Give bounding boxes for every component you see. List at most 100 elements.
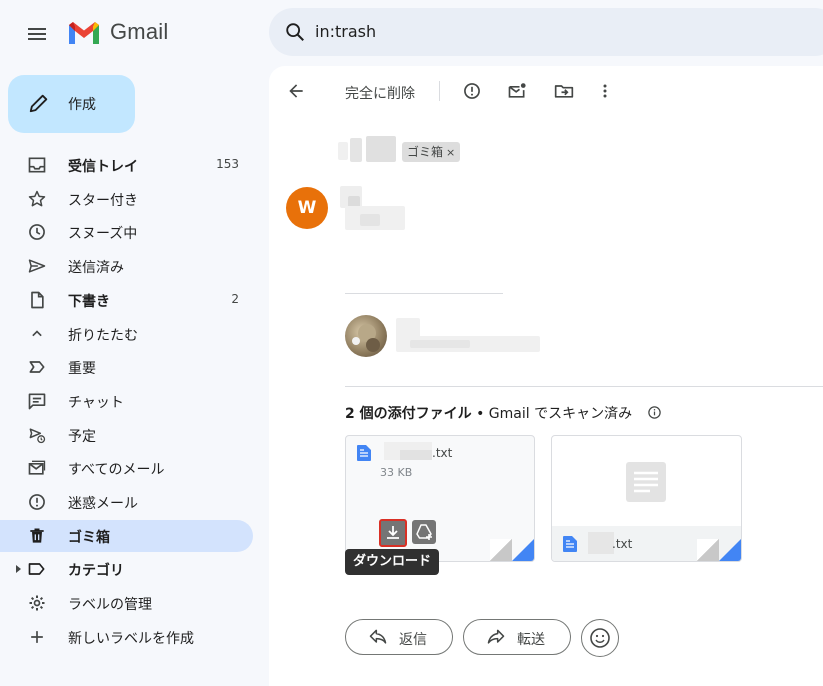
emoji-reaction-button[interactable] <box>581 619 619 657</box>
subject-redacted <box>338 142 348 160</box>
sidebar-item-label: 重要 <box>68 361 96 378</box>
trash-label-chip: ゴミ箱 × <box>402 142 461 162</box>
sidebar-item-label: 下書き <box>68 293 110 310</box>
sidebar-item-14[interactable]: 新しいラベルを作成 <box>0 621 253 653</box>
back-arrow-icon[interactable] <box>286 81 306 101</box>
sidebar-item-13[interactable]: ラベルの管理 <box>0 587 253 619</box>
attachments-divider <box>345 386 823 387</box>
remove-label-button[interactable]: × <box>446 146 455 159</box>
gmail-logo-icon[interactable] <box>67 20 101 46</box>
search-input[interactable]: in:trash <box>315 22 376 41</box>
sidebar-item-10[interactable]: 迷惑メール <box>0 486 253 518</box>
search-icon[interactable] <box>284 21 306 43</box>
sidebar-item-1[interactable]: スター付き <box>0 183 253 215</box>
sender-photo-avatar[interactable] <box>345 315 387 357</box>
sidebar-item-11[interactable]: ゴミ箱 <box>0 519 253 552</box>
more-vert-icon[interactable] <box>595 81 615 101</box>
delete-forever-button[interactable]: 完全に削除 <box>345 83 415 103</box>
attachment-1-size: 33 KB <box>380 466 413 479</box>
sidebar-item-label: 予定 <box>68 428 96 445</box>
message-divider <box>345 293 503 294</box>
subject-redacted <box>366 136 396 162</box>
mark-unread-icon[interactable] <box>507 81 527 101</box>
sidebar-item-label: チャット <box>68 394 124 411</box>
attachments-scan-status: • Gmail でスキャン済み <box>471 406 633 422</box>
clock-icon <box>27 222 47 242</box>
compose-label: 作成 <box>68 97 96 113</box>
page-fold-corner <box>512 539 534 561</box>
attachment-card-1[interactable]: .txt 33 KB <box>345 435 535 562</box>
scheduled-icon <box>27 425 47 445</box>
attachment-1-ext: .txt <box>432 446 453 460</box>
inbox-icon <box>27 155 47 175</box>
report-spam-icon[interactable] <box>462 81 482 101</box>
page-fold <box>490 539 512 561</box>
add-to-drive-button[interactable] <box>412 520 436 544</box>
sidebar-item-9[interactable]: すべてのメール <box>0 452 253 484</box>
sidebar-item-6[interactable]: 重要 <box>0 351 253 383</box>
sidebar-item-label: 迷惑メール <box>68 496 138 512</box>
spam-icon <box>27 492 47 512</box>
sidebar-item-7[interactable]: チャット <box>0 385 253 417</box>
info-icon[interactable] <box>647 405 662 420</box>
sidebar-item-label: ゴミ箱 <box>68 529 110 546</box>
download-button[interactable] <box>379 519 407 547</box>
sidebar-item-label: スヌーズ中 <box>68 226 138 243</box>
send-icon <box>27 256 47 276</box>
attachment-card-2[interactable]: .txt <box>551 435 742 562</box>
reply-button[interactable]: 返信 <box>345 619 453 655</box>
sidebar-item-3[interactable]: 送信済み <box>0 250 253 282</box>
gmail-wordmark[interactable]: Gmail <box>110 19 168 45</box>
forward-button[interactable]: 転送 <box>463 619 571 655</box>
reply-icon <box>368 627 388 647</box>
attachments-count: 2 個の添付ファイル <box>345 406 472 422</box>
sidebar-item-label: 受信トレイ <box>68 159 138 175</box>
label-chip-text: ゴミ箱 <box>407 145 444 159</box>
forward-label: 転送 <box>517 632 545 648</box>
sidebar-item-label: スター付き <box>68 192 138 209</box>
sender-name-redacted <box>396 318 420 338</box>
sidebar-item-label: 新しいラベルを作成 <box>68 630 194 647</box>
attachment-name-redacted <box>400 450 432 460</box>
sidebar-item-label: 折りたたむ <box>68 327 138 344</box>
sidebar-item-label: カテゴリ <box>68 563 124 580</box>
star-icon <box>27 189 47 209</box>
gear-icon <box>27 593 47 613</box>
trash-icon <box>27 526 47 546</box>
all-mail-icon <box>27 458 47 478</box>
attachment-2-ext: .txt <box>612 537 633 551</box>
sender-avatar[interactable]: W <box>286 187 328 229</box>
expand-caret-icon[interactable] <box>16 565 21 574</box>
text-file-preview-icon <box>624 460 668 504</box>
sidebar-item-5[interactable]: 折りたたむ <box>0 318 253 350</box>
sidebar-item-label: ラベルの管理 <box>68 597 152 614</box>
subject-redacted <box>350 138 362 162</box>
document-icon <box>563 536 577 552</box>
sidebar-item-label: すべてのメール <box>68 462 165 479</box>
toolbar-divider <box>439 81 440 101</box>
document-icon <box>357 445 371 461</box>
plus-icon <box>27 627 47 647</box>
sidebar-item-8[interactable]: 予定 <box>0 419 253 451</box>
main-menu-icon[interactable] <box>25 22 49 46</box>
page-fold <box>697 539 719 561</box>
chevron-up-icon <box>27 324 47 344</box>
sidebar-item-12[interactable]: カテゴリ <box>0 553 253 585</box>
draft-icon <box>27 290 47 310</box>
reply-label: 返信 <box>399 632 427 648</box>
attachment-name-redacted <box>588 532 614 554</box>
forward-icon <box>486 627 506 647</box>
important-icon <box>27 357 47 377</box>
move-to-folder-icon[interactable] <box>554 81 574 101</box>
sidebar-item-0[interactable]: 受信トレイ 153 <box>0 149 253 181</box>
page-fold-corner <box>719 539 741 561</box>
sidebar-item-4[interactable]: 下書き 2 <box>0 284 253 316</box>
sidebar-item-2[interactable]: スヌーズ中 <box>0 216 253 248</box>
sidebar-item-count: 153 <box>216 157 239 171</box>
sender-name-redacted <box>410 340 470 348</box>
sidebar-item-count: 2 <box>231 291 239 306</box>
download-tooltip: ダウンロード <box>345 549 440 575</box>
sender-name-redacted <box>360 214 380 226</box>
label-icon <box>27 559 47 579</box>
sidebar-item-label: 送信済み <box>68 260 124 277</box>
